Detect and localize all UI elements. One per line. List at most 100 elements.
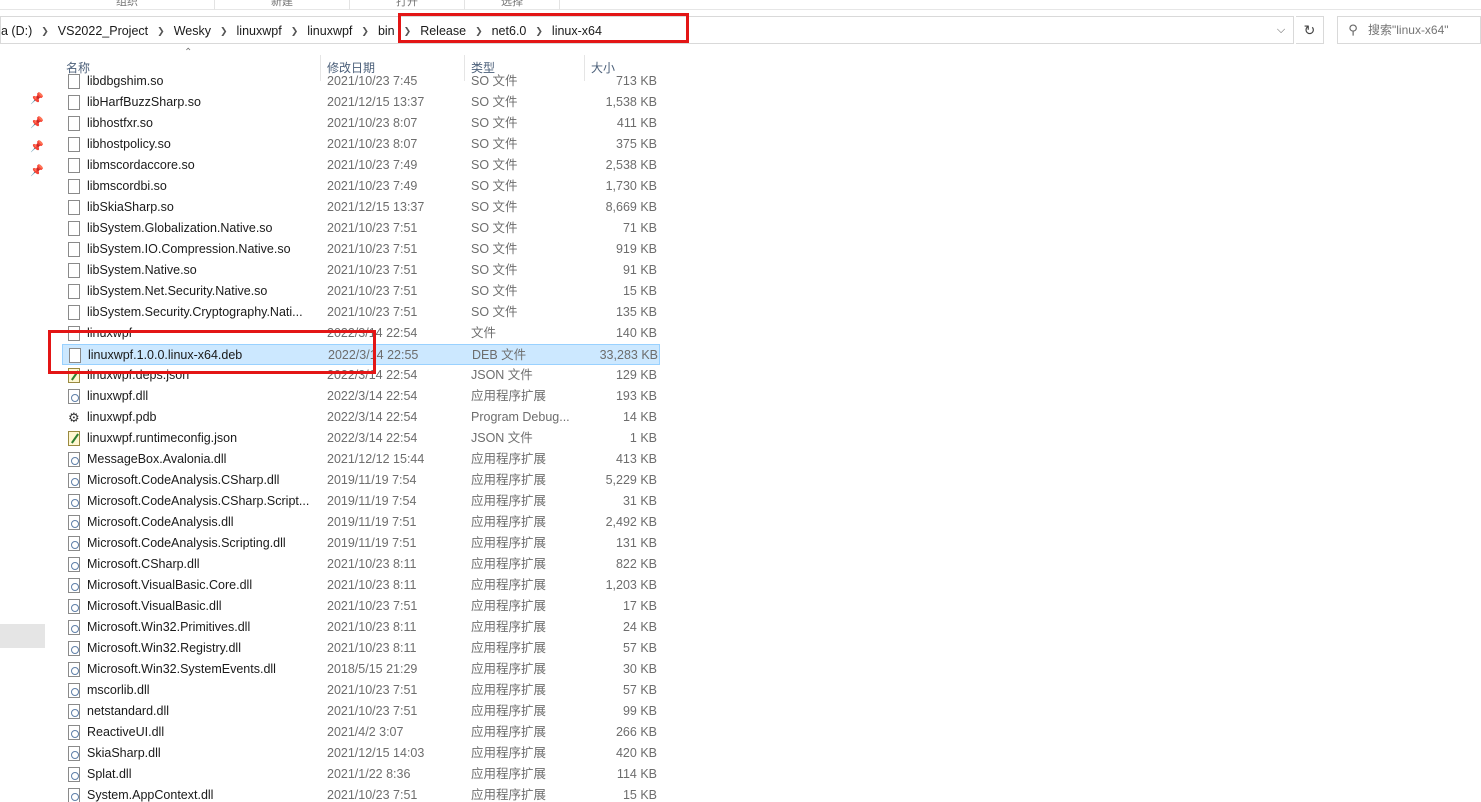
pin-icon[interactable]: 📌 [30,92,44,106]
chevron-right-icon[interactable]: ❯ [290,26,300,37]
file-row[interactable]: MessageBox.Avalonia.dll 2021/12/12 15:44 应… [62,449,660,470]
chevron-right-icon[interactable]: ❯ [219,26,229,37]
file-name: linuxwpf.pdb [87,410,157,424]
file-date: 2018/5/15 21:29 [327,662,418,676]
file-row[interactable]: libSystem.Native.so 2021/10/23 7:51 SO 文件 9… [62,260,660,281]
file-row[interactable]: linuxwpf 2022/3/14 22:54 文件 140 KB [62,323,660,344]
file-row[interactable]: ReactiveUI.dll 2021/4/2 3:07 应用程序扩展 266 KB [62,722,660,743]
file-name: Microsoft.CodeAnalysis.Scripting.dll [87,536,286,550]
address-bar[interactable]: a (D:) ❯ VS2022_Project ❯ Wesky ❯ linuxw… [0,16,1294,44]
chevron-right-icon[interactable]: ❯ [474,26,484,37]
pin-icon[interactable]: 📌 [30,116,44,130]
file-row[interactable]: mscorlib.dll 2021/10/23 7:51 应用程序扩展 57 KB [62,680,660,701]
file-row[interactable]: Microsoft.CodeAnalysis.dll 2019/11/19 7:5… [62,512,660,533]
ribbon-group-label: 组织 [116,0,138,8]
file-row-selected[interactable]: linuxwpf.1.0.0.linux-x64.deb 2022/3/14 22… [62,344,660,365]
breadcrumb-item[interactable]: VS2022_Project [50,18,156,44]
file-icon [68,200,80,215]
file-row[interactable]: libHarfBuzzSharp.so 2021/12/15 13:37 SO 文件… [62,92,660,113]
file-row[interactable]: libSystem.IO.Compression.Native.so 2021/1… [62,239,660,260]
file-row[interactable]: linuxwpf.deps.json 2022/3/14 22:54 JSON 文件… [62,365,660,386]
file-row[interactable]: libmscordaccore.so 2021/10/23 7:49 SO 文件 2,… [62,155,660,176]
file-row[interactable]: Microsoft.CSharp.dll 2021/10/23 8:11 应用程序扩… [62,554,660,575]
file-row[interactable]: libSystem.Security.Cryptography.Nati... 2… [62,302,660,323]
breadcrumb-item[interactable]: linuxwpf [299,18,360,44]
file-row[interactable]: libSystem.Globalization.Native.so 2021/10… [62,218,660,239]
file-name: libHarfBuzzSharp.so [87,95,201,109]
file-row[interactable]: linuxwpf.pdb 2022/3/14 22:54 Program Debug… [62,407,660,428]
refresh-button[interactable]: ↻ [1296,16,1324,44]
file-size: 375 KB [615,137,657,151]
file-name: linuxwpf.dll [87,389,149,403]
ribbon-group-new[interactable]: 新建 [215,0,350,10]
file-row[interactable]: Microsoft.CodeAnalysis.CSharp.Script... 2… [62,491,660,512]
file-row[interactable]: Splat.dll 2021/1/22 8:36 应用程序扩展 114 KB [62,764,660,785]
file-name: linuxwpf.1.0.0.linux-x64.deb [88,348,243,362]
file-size: 71 KB [622,221,657,235]
file-row[interactable]: Microsoft.Win32.Registry.dll 2021/10/23 8… [62,638,660,659]
file-type: 应用程序扩展 [471,788,547,802]
file-size: 1,203 KB [605,578,657,592]
file-icon [68,242,80,257]
file-type: 应用程序扩展 [471,767,547,781]
chevron-right-icon[interactable]: ❯ [403,26,413,37]
ribbon-group-organize[interactable]: 组织 [40,0,215,10]
file-row[interactable]: linuxwpf.dll 2022/3/14 22:54 应用程序扩展 193 KB [62,386,660,407]
file-row[interactable]: Microsoft.CodeAnalysis.CSharp.dll 2019/11… [62,470,660,491]
breadcrumb-item[interactable]: Wesky [166,18,219,44]
breadcrumb-item-net6[interactable]: net6.0 [484,18,535,44]
file-name: libSkiaSharp.so [87,200,174,214]
dll-icon [68,515,80,530]
file-row[interactable]: netstandard.dll 2021/10/23 7:51 应用程序扩展 99 K… [62,701,660,722]
breadcrumb-item-linux-x64[interactable]: linux-x64 [544,18,610,44]
file-date: 2021/12/12 15:44 [327,452,425,466]
file-row[interactable]: linuxwpf.runtimeconfig.json 2022/3/14 22:… [62,428,660,449]
file-size: 8,669 KB [605,200,657,214]
chevron-right-icon[interactable]: ❯ [40,26,50,37]
breadcrumb-item-drive[interactable]: a (D:) [1,18,40,44]
breadcrumb-item-release[interactable]: Release [412,18,474,44]
file-row[interactable]: libhostpolicy.so 2021/10/23 8:07 SO 文件 375 … [62,134,660,155]
file-row[interactable]: System.AppContext.dll 2021/10/23 7:51 应用程序… [62,785,660,802]
file-row[interactable]: SkiaSharp.dll 2021/12/15 14:03 应用程序扩展 420 K… [62,743,660,764]
file-name: Microsoft.CSharp.dll [87,557,200,571]
ribbon-group-open[interactable]: 打开 [350,0,465,10]
file-row[interactable]: libSkiaSharp.so 2021/12/15 13:37 SO 文件 8,66… [62,197,660,218]
file-row[interactable]: Microsoft.Win32.Primitives.dll 2021/10/23… [62,617,660,638]
navigation-pane[interactable]: 📌 📌 📌 📌 [0,50,46,802]
ribbon-group-select[interactable]: 选择 [465,0,560,10]
search-icon: ⚲ [1348,22,1358,37]
file-row[interactable]: libhostfxr.so 2021/10/23 8:07 SO 文件 411 KB [62,113,660,134]
breadcrumb-item[interactable]: linuxwpf [229,18,290,44]
file-name: mscorlib.dll [87,683,150,697]
file-name: Microsoft.Win32.Registry.dll [87,641,241,655]
file-size: 822 KB [615,557,657,571]
file-row[interactable]: Microsoft.CodeAnalysis.Scripting.dll 2019… [62,533,660,554]
file-name: ReactiveUI.dll [87,725,165,739]
file-row[interactable]: Microsoft.VisualBasic.dll 2021/10/23 7:51… [62,596,660,617]
file-icon [68,116,80,131]
file-name: linuxwpf.deps.json [87,368,190,382]
search-input[interactable] [1368,23,1478,37]
file-row[interactable]: Microsoft.Win32.SystemEvents.dll 2018/5/1… [62,659,660,680]
file-row[interactable]: Microsoft.VisualBasic.Core.dll 2021/10/23… [62,575,660,596]
dll-icon [68,452,80,467]
file-date: 2021/10/23 7:45 [327,74,418,88]
chevron-right-icon[interactable]: ❯ [360,26,370,37]
nav-item-selected[interactable] [0,624,45,648]
pin-icon[interactable]: 📌 [30,164,44,178]
file-row[interactable]: libmscordbi.so 2021/10/23 7:49 SO 文件 1,730 … [62,176,660,197]
file-row[interactable]: libSystem.Net.Security.Native.so 2021/10/… [62,281,660,302]
file-list[interactable]: libdbgshim.so 2021/10/23 7:45 SO 文件 713 KB l… [62,71,662,802]
chevron-right-icon[interactable]: ❯ [156,26,166,37]
chevron-right-icon[interactable]: ❯ [534,26,544,37]
search-box[interactable]: ⚲ [1337,16,1481,44]
chevron-down-icon[interactable]: ⌵ [1269,17,1293,43]
pin-icon[interactable]: 📌 [30,140,44,154]
file-row[interactable]: libdbgshim.so 2021/10/23 7:45 SO 文件 713 KB [62,71,660,92]
file-type: 应用程序扩展 [471,620,547,634]
breadcrumb-item[interactable]: bin [370,18,403,44]
file-type: 应用程序扩展 [471,494,547,508]
file-icon [68,305,80,320]
file-size: 5,229 KB [605,473,657,487]
